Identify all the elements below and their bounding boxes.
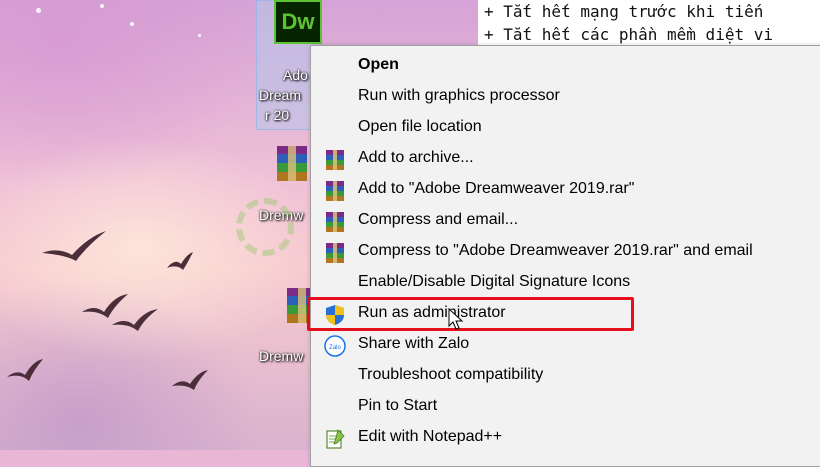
dreamweaver-icon: Dw xyxy=(274,0,322,44)
menu-item-label: Add to "Adobe Dreamweaver 2019.rar" xyxy=(358,180,635,197)
winrar-archive-icon[interactable] xyxy=(275,144,309,184)
notepad-plus-plus-icon xyxy=(326,429,345,449)
menu-item-label: Compress and email... xyxy=(358,211,519,228)
menu-item-label: Compress to "Adobe Dreamweaver 2019.rar"… xyxy=(358,242,753,259)
wallpaper-star xyxy=(36,8,41,13)
desktop-icon-label: Dream xyxy=(259,87,302,103)
menu-item-open-file-location[interactable]: Open file location xyxy=(311,113,820,144)
watermark-logo xyxy=(236,198,294,256)
winrar-icon xyxy=(326,150,344,170)
bird-silhouette xyxy=(167,252,193,270)
bird-silhouette xyxy=(7,359,43,381)
menu-item-compress-to-rar-and-email[interactable]: Compress to "Adobe Dreamweaver 2019.rar"… xyxy=(311,237,820,268)
highlight-annotation-box xyxy=(307,297,634,331)
menu-item-label: Open file location xyxy=(358,118,482,135)
menu-item-digital-signature-icons[interactable]: Enable/Disable Digital Signature Icons xyxy=(311,268,820,299)
menu-item-troubleshoot-compatibility[interactable]: Troubleshoot compatibility xyxy=(311,361,820,392)
menu-item-run-with-graphics-processor[interactable]: Run with graphics processor xyxy=(311,82,820,113)
menu-item-share-with-zalo[interactable]: Zalo Share with Zalo xyxy=(311,330,820,361)
code-editor-snippet: + Tắt hết mạng trước khi tiến + Tắt hết … xyxy=(478,0,820,50)
wallpaper-star xyxy=(198,34,201,37)
bird-silhouette xyxy=(112,309,158,331)
wallpaper-star xyxy=(130,22,134,26)
desktop-icon-label: r 20 xyxy=(265,107,290,123)
bird-silhouette xyxy=(172,370,208,390)
context-menu: Open Run with graphics processor Open fi… xyxy=(310,45,820,467)
winrar-icon xyxy=(326,212,344,232)
menu-item-compress-and-email[interactable]: Compress and email... xyxy=(311,206,820,237)
mouse-cursor-icon xyxy=(448,308,464,330)
desktop-icon-label: Dremw xyxy=(259,348,304,364)
desktop-icon-label: Ado xyxy=(283,67,308,83)
editor-line: + Tắt hết các phần mềm diệt vi xyxy=(484,25,773,44)
menu-item-label: Share with Zalo xyxy=(358,335,470,352)
wallpaper-star xyxy=(100,4,104,8)
winrar-icon xyxy=(326,181,344,201)
menu-item-edit-with-notepad-plus-plus[interactable]: Edit with Notepad++ xyxy=(311,423,820,454)
menu-item-label: Enable/Disable Digital Signature Icons xyxy=(358,273,631,290)
menu-item-pin-to-start[interactable]: Pin to Start xyxy=(311,392,820,423)
winrar-icon xyxy=(326,243,344,263)
menu-item-label: Troubleshoot compatibility xyxy=(358,366,544,383)
menu-item-label: Open xyxy=(358,56,399,73)
bird-silhouette xyxy=(42,231,106,261)
editor-line: + Tắt hết mạng trước khi tiến xyxy=(484,2,764,21)
menu-item-add-to-archive[interactable]: Add to archive... xyxy=(311,144,820,175)
menu-item-open[interactable]: Open xyxy=(311,51,820,82)
svg-text:Zalo: Zalo xyxy=(329,345,341,351)
menu-item-add-to-rar[interactable]: Add to "Adobe Dreamweaver 2019.rar" xyxy=(311,175,820,206)
menu-item-label: Run with graphics processor xyxy=(358,87,560,104)
zalo-icon: Zalo xyxy=(324,335,346,357)
menu-item-label: Edit with Notepad++ xyxy=(358,428,503,445)
menu-item-label: Pin to Start xyxy=(358,397,438,414)
menu-item-label: Add to archive... xyxy=(358,149,474,166)
